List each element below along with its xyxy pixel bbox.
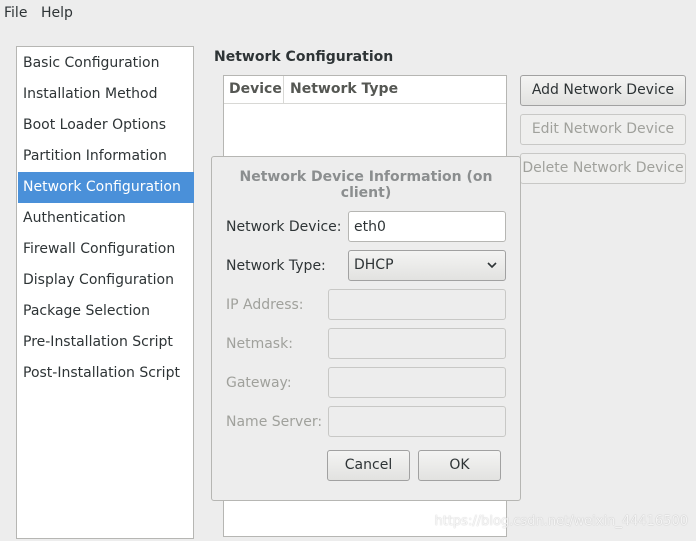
sidebar-item-display-configuration[interactable]: Display Configuration xyxy=(18,265,194,296)
network-type-select[interactable]: DHCP xyxy=(348,250,506,281)
name-server-input[interactable] xyxy=(328,406,506,437)
network-device-label: Network Device: xyxy=(226,219,342,235)
menu-file[interactable]: File xyxy=(4,5,27,21)
ip-address-label: IP Address: xyxy=(226,297,304,313)
gateway-input[interactable] xyxy=(328,367,506,398)
sidebar-item-boot-loader-options[interactable]: Boot Loader Options xyxy=(18,110,194,141)
sidebar-item-pre-installation-script[interactable]: Pre-Installation Script xyxy=(18,327,194,358)
ip-address-input[interactable] xyxy=(328,289,506,320)
sidebar-item-network-configuration[interactable]: Network Configuration xyxy=(18,172,194,203)
netmask-input[interactable] xyxy=(328,328,506,359)
sidebar: Basic Configuration Installation Method … xyxy=(16,46,194,539)
chevron-down-icon xyxy=(487,262,497,269)
delete-network-device-button[interactable]: Delete Network Device xyxy=(520,153,686,184)
name-server-label: Name Server: xyxy=(226,414,323,430)
network-type-label: Network Type: xyxy=(226,258,326,274)
add-network-device-button[interactable]: Add Network Device xyxy=(520,75,686,106)
column-header-device[interactable]: Device xyxy=(224,76,284,103)
cancel-button[interactable]: Cancel xyxy=(327,450,410,481)
ok-button[interactable]: OK xyxy=(418,450,501,481)
menubar: File Help xyxy=(0,0,696,28)
list-header: Device Network Type xyxy=(224,76,506,104)
watermark: https://blog.csdn.net/weixin_44416500 xyxy=(434,514,688,529)
sidebar-item-installation-method[interactable]: Installation Method xyxy=(18,79,194,110)
sidebar-item-post-installation-script[interactable]: Post-Installation Script xyxy=(18,358,194,389)
sidebar-item-partition-information[interactable]: Partition Information xyxy=(18,141,194,172)
netmask-label: Netmask: xyxy=(226,336,293,352)
dialog-title: Network Device Information (on client) xyxy=(239,169,493,201)
sidebar-item-firewall-configuration[interactable]: Firewall Configuration xyxy=(18,234,194,265)
column-header-network-type[interactable]: Network Type xyxy=(285,76,398,103)
sidebar-item-authentication[interactable]: Authentication xyxy=(18,203,194,234)
network-device-dialog: Network Device Information (on client) N… xyxy=(211,156,521,501)
menu-help[interactable]: Help xyxy=(41,5,73,21)
gateway-label: Gateway: xyxy=(226,375,292,391)
edit-network-device-button[interactable]: Edit Network Device xyxy=(520,114,686,145)
page-title: Network Configuration xyxy=(214,49,394,65)
network-type-value: DHCP xyxy=(354,257,394,273)
sidebar-item-package-selection[interactable]: Package Selection xyxy=(18,296,194,327)
sidebar-item-basic-configuration[interactable]: Basic Configuration xyxy=(18,48,194,79)
network-device-input[interactable] xyxy=(348,211,506,242)
